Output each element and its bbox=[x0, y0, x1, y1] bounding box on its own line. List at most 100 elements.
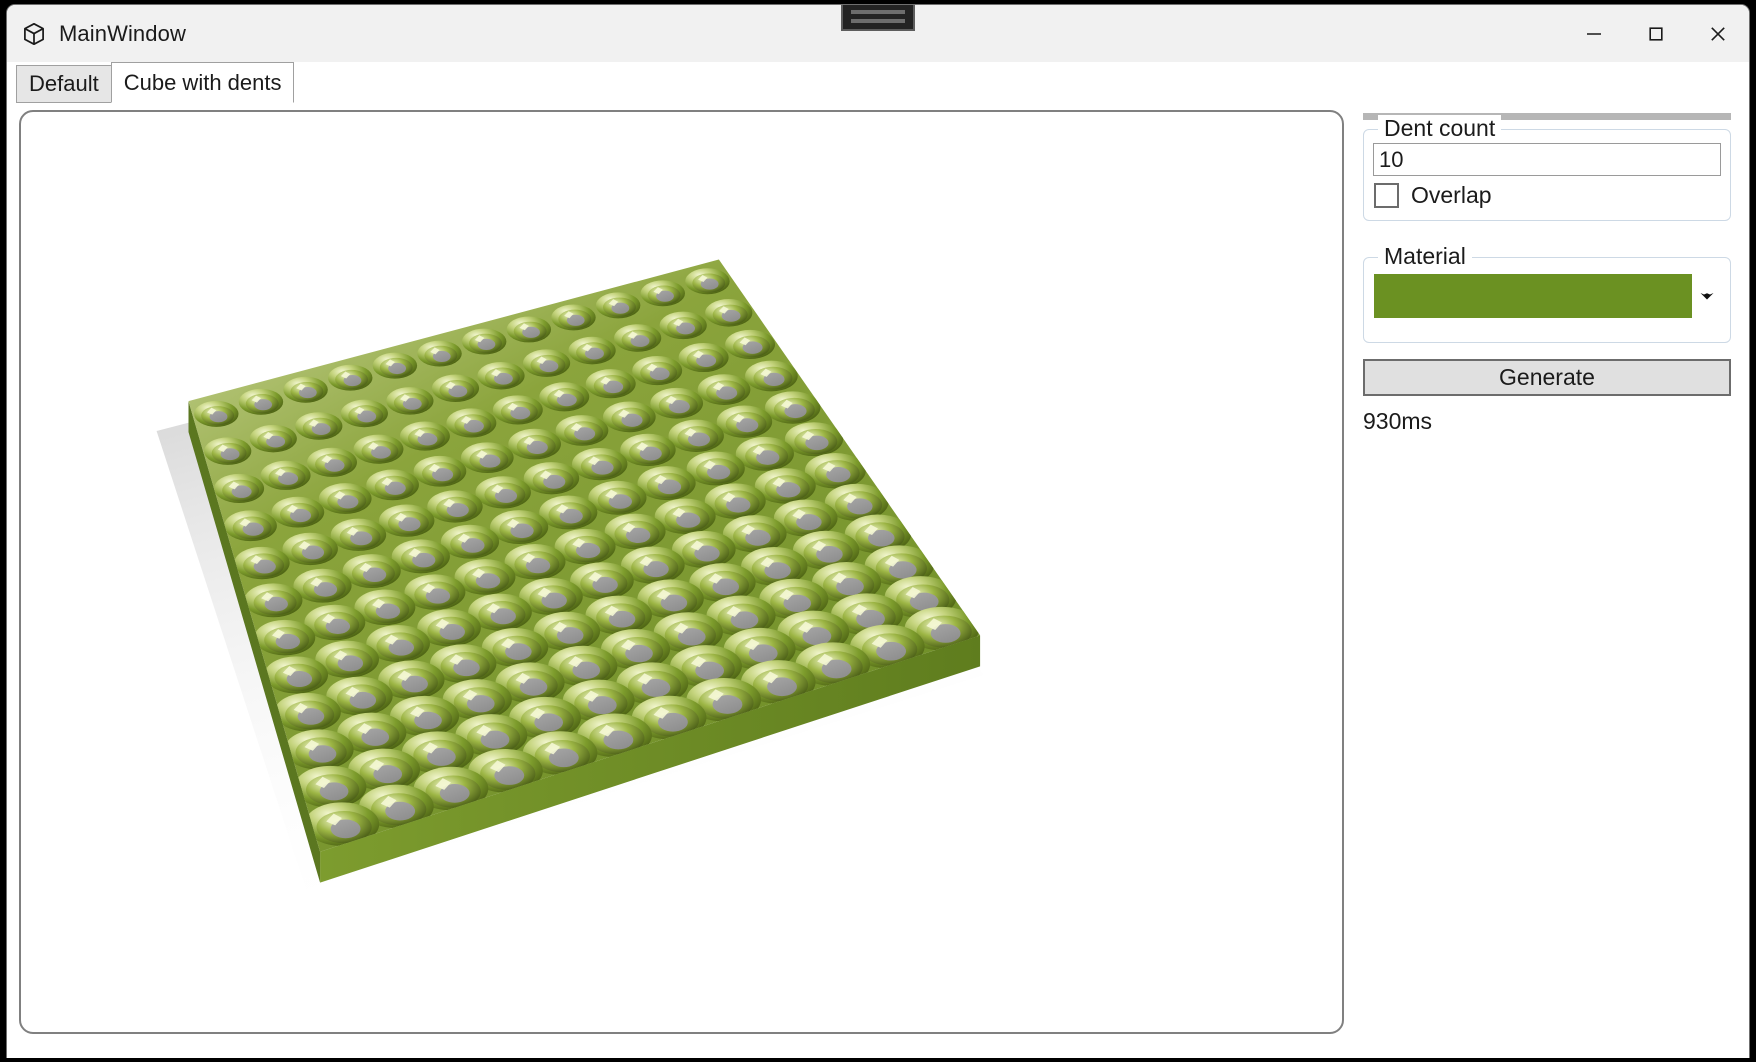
dent bbox=[353, 434, 404, 464]
dent bbox=[697, 374, 751, 405]
dent bbox=[214, 473, 265, 504]
dent bbox=[588, 480, 647, 515]
dent bbox=[461, 328, 507, 355]
minimize-button[interactable] bbox=[1563, 5, 1625, 62]
window-title: MainWindow bbox=[59, 20, 186, 46]
dent bbox=[659, 311, 707, 340]
material-group: Material bbox=[1363, 243, 1731, 343]
dent bbox=[431, 374, 480, 403]
dent bbox=[614, 324, 662, 352]
dent bbox=[330, 518, 387, 551]
dent bbox=[194, 400, 239, 427]
dent bbox=[274, 692, 341, 732]
dent bbox=[224, 510, 277, 542]
dent bbox=[413, 455, 467, 487]
dent bbox=[551, 304, 596, 331]
dent bbox=[640, 280, 686, 307]
dent bbox=[492, 395, 543, 425]
dent bbox=[522, 349, 571, 377]
material-group-label: Material bbox=[1378, 243, 1472, 270]
dent bbox=[784, 422, 844, 457]
dent bbox=[490, 510, 549, 545]
dent bbox=[283, 376, 328, 403]
chevron-down-icon[interactable] bbox=[1692, 285, 1722, 307]
dent bbox=[271, 496, 325, 528]
tab-default[interactable]: Default bbox=[16, 65, 112, 103]
dent bbox=[568, 336, 616, 365]
dent bbox=[427, 490, 483, 523]
dent bbox=[293, 568, 352, 603]
dent bbox=[632, 356, 683, 386]
dent bbox=[318, 483, 372, 514]
maximize-icon bbox=[1644, 22, 1668, 46]
dent bbox=[254, 619, 316, 656]
dent bbox=[328, 364, 373, 391]
dent bbox=[508, 428, 561, 460]
3d-viewport[interactable] bbox=[19, 110, 1344, 1034]
material-dropdown[interactable] bbox=[1374, 272, 1722, 320]
dent bbox=[342, 554, 401, 588]
dent bbox=[284, 729, 354, 770]
dent bbox=[379, 504, 435, 537]
dent bbox=[391, 539, 450, 574]
dent bbox=[716, 405, 773, 438]
dent bbox=[539, 495, 598, 530]
tab-strip: Default Cube with dents bbox=[7, 62, 1749, 103]
cube-icon bbox=[21, 21, 47, 47]
dent bbox=[460, 442, 514, 474]
dent bbox=[366, 469, 419, 501]
caption-button-group bbox=[1563, 5, 1749, 62]
dent bbox=[765, 391, 821, 424]
dent bbox=[650, 387, 704, 419]
snap-layout-hint[interactable] bbox=[841, 5, 915, 31]
dent bbox=[620, 433, 676, 467]
dent bbox=[523, 462, 580, 495]
dent bbox=[446, 408, 497, 438]
dent bbox=[282, 532, 338, 566]
dent-count-group-label: Dent count bbox=[1378, 115, 1502, 142]
dented-plate-render bbox=[156, 259, 985, 890]
dent bbox=[386, 387, 434, 415]
dent bbox=[668, 419, 724, 452]
dent bbox=[372, 352, 418, 379]
minimize-icon bbox=[1582, 22, 1606, 46]
dent bbox=[572, 447, 628, 481]
dent bbox=[735, 436, 794, 471]
dent bbox=[475, 476, 531, 509]
dent bbox=[249, 424, 297, 453]
overlap-checkbox-row[interactable]: Overlap bbox=[1374, 182, 1492, 209]
dent bbox=[685, 268, 730, 295]
dent bbox=[539, 382, 590, 412]
dent bbox=[637, 466, 696, 501]
close-button[interactable] bbox=[1687, 5, 1749, 62]
dent bbox=[686, 451, 745, 486]
dent bbox=[477, 361, 525, 390]
dent bbox=[595, 292, 641, 319]
tab-cube-with-dents[interactable]: Cube with dents bbox=[110, 62, 295, 103]
dent bbox=[307, 447, 357, 477]
dent bbox=[244, 583, 303, 618]
dent-count-input[interactable] bbox=[1373, 143, 1721, 176]
dent bbox=[295, 412, 343, 440]
main-window: MainWindow Default Cube with dents Dent … bbox=[6, 4, 1750, 1058]
dent bbox=[440, 524, 500, 559]
dent bbox=[417, 340, 462, 367]
dent bbox=[705, 299, 753, 327]
dent bbox=[399, 421, 450, 451]
close-icon bbox=[1706, 22, 1730, 46]
overlap-label: Overlap bbox=[1411, 182, 1492, 208]
generate-button[interactable]: Generate bbox=[1363, 359, 1731, 396]
overlap-checkbox[interactable] bbox=[1374, 183, 1399, 208]
maximize-button[interactable] bbox=[1625, 5, 1687, 62]
dent bbox=[603, 401, 656, 433]
dent bbox=[585, 369, 636, 399]
snap-hint-bar bbox=[851, 9, 905, 14]
title-bar[interactable]: MainWindow bbox=[7, 5, 1749, 62]
dent bbox=[260, 460, 311, 490]
dent bbox=[725, 329, 776, 359]
dent bbox=[506, 316, 552, 343]
dent-count-group: Dent count Overlap bbox=[1363, 115, 1731, 221]
dent bbox=[340, 399, 388, 428]
dent bbox=[238, 388, 284, 415]
tab-label: Default bbox=[29, 71, 99, 96]
